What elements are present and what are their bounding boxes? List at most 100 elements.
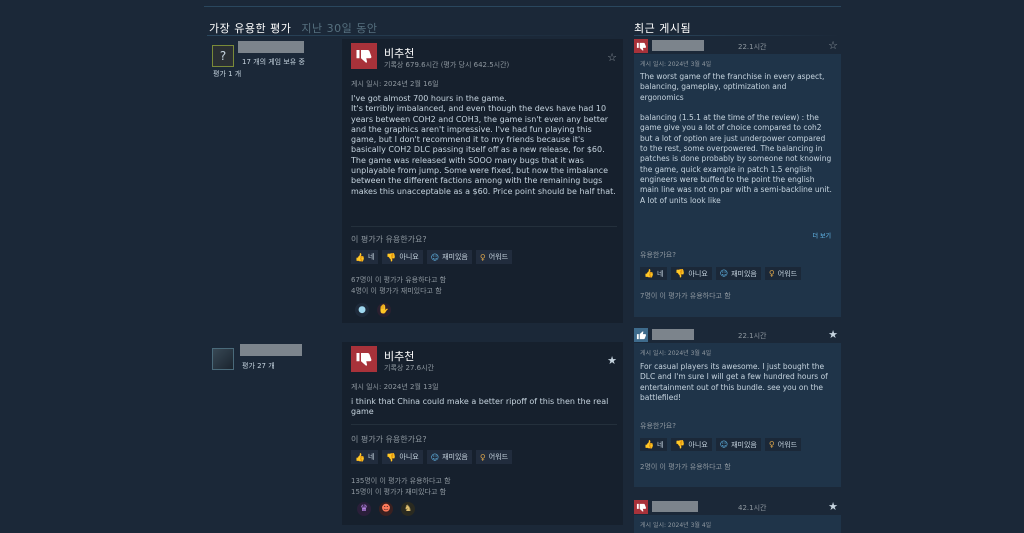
star-icon[interactable]: ★ — [607, 354, 617, 367]
no-button[interactable]: 👎 아니요 — [382, 250, 423, 264]
review-count[interactable]: 평가 1 개 — [213, 69, 241, 79]
awards-row: ● ✋ — [355, 303, 391, 317]
treasure-award-icon[interactable]: ♛ — [357, 502, 371, 516]
post-hours: 22.1시간 — [738, 43, 767, 51]
yes-button[interactable]: 👍 네 — [351, 250, 379, 264]
star-icon[interactable]: ★ — [828, 328, 838, 341]
funny-button[interactable]: ☺ 재미있음 — [715, 438, 761, 451]
review-verdict[interactable]: 비추천 — [384, 348, 414, 364]
top-divider — [204, 6, 841, 7]
helpful-question: 유용한가요? — [640, 251, 676, 259]
funny-button[interactable]: ☺ 재미있음 — [426, 250, 472, 264]
smile-icon: ☺ — [719, 440, 729, 449]
author-name-redacted[interactable] — [652, 329, 694, 340]
post-header: 22.1시간 ☆ — [634, 38, 841, 54]
no-button[interactable]: 👎 아니요 — [671, 438, 712, 451]
review-count[interactable]: 평가 27 개 — [242, 361, 275, 371]
post-header: 22.1시간 ★ — [634, 327, 841, 343]
award-label: 어워드 — [488, 253, 509, 261]
header-underline — [634, 35, 841, 36]
wholesome-award-icon[interactable]: ● — [355, 303, 369, 317]
no-button[interactable]: 👎 아니요 — [382, 450, 423, 464]
helpful-count: 67명이 이 평가가 유용하다고 함 — [351, 276, 447, 284]
author-name-redacted[interactable] — [652, 501, 698, 512]
post-header: 42.1시간 ★ — [634, 499, 841, 515]
vote-buttons: 👍 네 👎 아니요 ☺ 재미있음 ♀ 어워드 — [351, 250, 513, 264]
helpful-count: 7명이 이 평가가 유용하다고 함 — [640, 292, 731, 300]
hilarious-award-icon[interactable]: ☻ — [379, 502, 393, 516]
divider — [351, 226, 617, 227]
review-text: i think that China could make a better r… — [351, 397, 609, 417]
most-helpful-period: 지난 30일 동안 — [301, 22, 378, 35]
funny-label: 재미있음 — [442, 253, 468, 261]
games-owned[interactable]: 17 개의 게임 보유 중 — [242, 57, 305, 67]
smile-icon: ☺ — [430, 452, 440, 462]
award-label: 어워드 — [777, 440, 798, 449]
thumbs-down-icon — [351, 346, 377, 372]
thumbs-down-icon: 👎 — [386, 452, 397, 462]
award-button[interactable]: ♀ 어워드 — [475, 450, 513, 464]
deep-thoughts-award-icon[interactable]: ✋ — [377, 303, 391, 317]
award-button[interactable]: ♀ 어워드 — [764, 267, 802, 280]
yes-label: 네 — [656, 440, 664, 449]
yes-label: 네 — [656, 269, 664, 278]
review-body: 비추천 기록상 27.6시간 ★ 게시 일시: 2024년 2월 13일 i t… — [351, 342, 623, 525]
funny-label: 재미있음 — [442, 453, 468, 461]
yes-button[interactable]: 👍 네 — [640, 438, 668, 451]
review-verdict[interactable]: 비추천 — [384, 45, 414, 61]
recent-posts-title: 최근 게시됨 — [634, 22, 692, 35]
hours-played: 기록상 27.6시간 — [384, 364, 435, 372]
thumbs-down-icon — [351, 43, 377, 69]
thumbs-down-icon: 👎 — [386, 252, 397, 262]
author-name-redacted[interactable] — [652, 40, 704, 51]
recent-post-card: 22.1시간 ☆ 게시 일시: 2024년 3월 4일 The worst ga… — [634, 38, 841, 317]
vote-buttons: 👍 네 👎 아니요 ☺ 재미있음 ♀ 어워드 — [640, 438, 802, 451]
avatar[interactable] — [212, 348, 234, 370]
thumbs-down-icon: 👎 — [675, 440, 686, 449]
star-icon[interactable]: ★ — [828, 500, 838, 513]
award-icon: ♀ — [479, 252, 486, 262]
award-button[interactable]: ♀ 어워드 — [475, 250, 513, 264]
yes-label: 네 — [367, 253, 375, 261]
funny-label: 재미있음 — [731, 269, 757, 278]
funny-count: 4명이 이 평가가 재미있다고 함 — [351, 287, 442, 295]
helpful-count: 2명이 이 평가가 유용하다고 함 — [640, 463, 731, 471]
funny-label: 재미있음 — [731, 440, 757, 449]
posted-date: 게시 일시: 2024년 2월 13일 — [351, 383, 439, 391]
author-name-redacted[interactable] — [238, 41, 304, 53]
funny-button[interactable]: ☺ 재미있음 — [715, 267, 761, 280]
yes-button[interactable]: 👍 네 — [640, 267, 668, 280]
star-icon[interactable]: ☆ — [607, 51, 617, 64]
award-label: 어워드 — [777, 269, 798, 278]
award-icon: ♀ — [768, 440, 775, 449]
award-button[interactable]: ♀ 어워드 — [764, 438, 802, 451]
read-more-link[interactable]: 더 보기 — [813, 231, 831, 240]
posted-date: 게시 일시: 2024년 3월 4일 — [640, 61, 712, 68]
review-author: ? 17 개의 게임 보유 중 평가 1 개 — [207, 39, 342, 323]
funny-button[interactable]: ☺ 재미있음 — [426, 450, 472, 464]
posted-date: 게시 일시: 2024년 3월 4일 — [640, 522, 712, 529]
yes-button[interactable]: 👍 네 — [351, 450, 379, 464]
author-name-redacted[interactable] — [240, 344, 302, 356]
vote-buttons: 👍 네 👎 아니요 ☺ 재미있음 ♀ 어워드 — [640, 267, 802, 280]
yes-label: 네 — [367, 453, 375, 461]
post-hours: 22.1시간 — [738, 332, 767, 340]
thumbs-down-icon — [634, 39, 648, 53]
most-helpful-title: 가장 유용한 평가 — [209, 22, 292, 35]
posted-date: 게시 일시: 2024년 2월 16일 — [351, 80, 439, 88]
thumbs-down-icon — [634, 500, 648, 514]
header-underline — [207, 35, 623, 36]
helpful-question: 이 평가가 유용한가요? — [351, 435, 427, 444]
avatar[interactable]: ? — [212, 45, 234, 67]
review-card: ? 17 개의 게임 보유 중 평가 1 개 비추천 기록상 679.6시간 (… — [207, 39, 623, 323]
golden-unicorn-award-icon[interactable]: ♞ — [401, 502, 415, 516]
posted-date: 게시 일시: 2024년 3월 4일 — [640, 350, 712, 357]
helpful-question: 유용한가요? — [640, 422, 676, 430]
hours-played: 기록상 679.6시간 (평가 당시 642.5시간) — [384, 61, 510, 69]
no-button[interactable]: 👎 아니요 — [671, 267, 712, 280]
smile-icon: ☺ — [430, 252, 440, 262]
post-text: For casual players its awesome. I just b… — [640, 362, 828, 402]
awards-row: ♛ ☻ ♞ — [357, 502, 415, 516]
star-icon[interactable]: ☆ — [828, 39, 838, 52]
award-icon: ♀ — [768, 269, 775, 278]
